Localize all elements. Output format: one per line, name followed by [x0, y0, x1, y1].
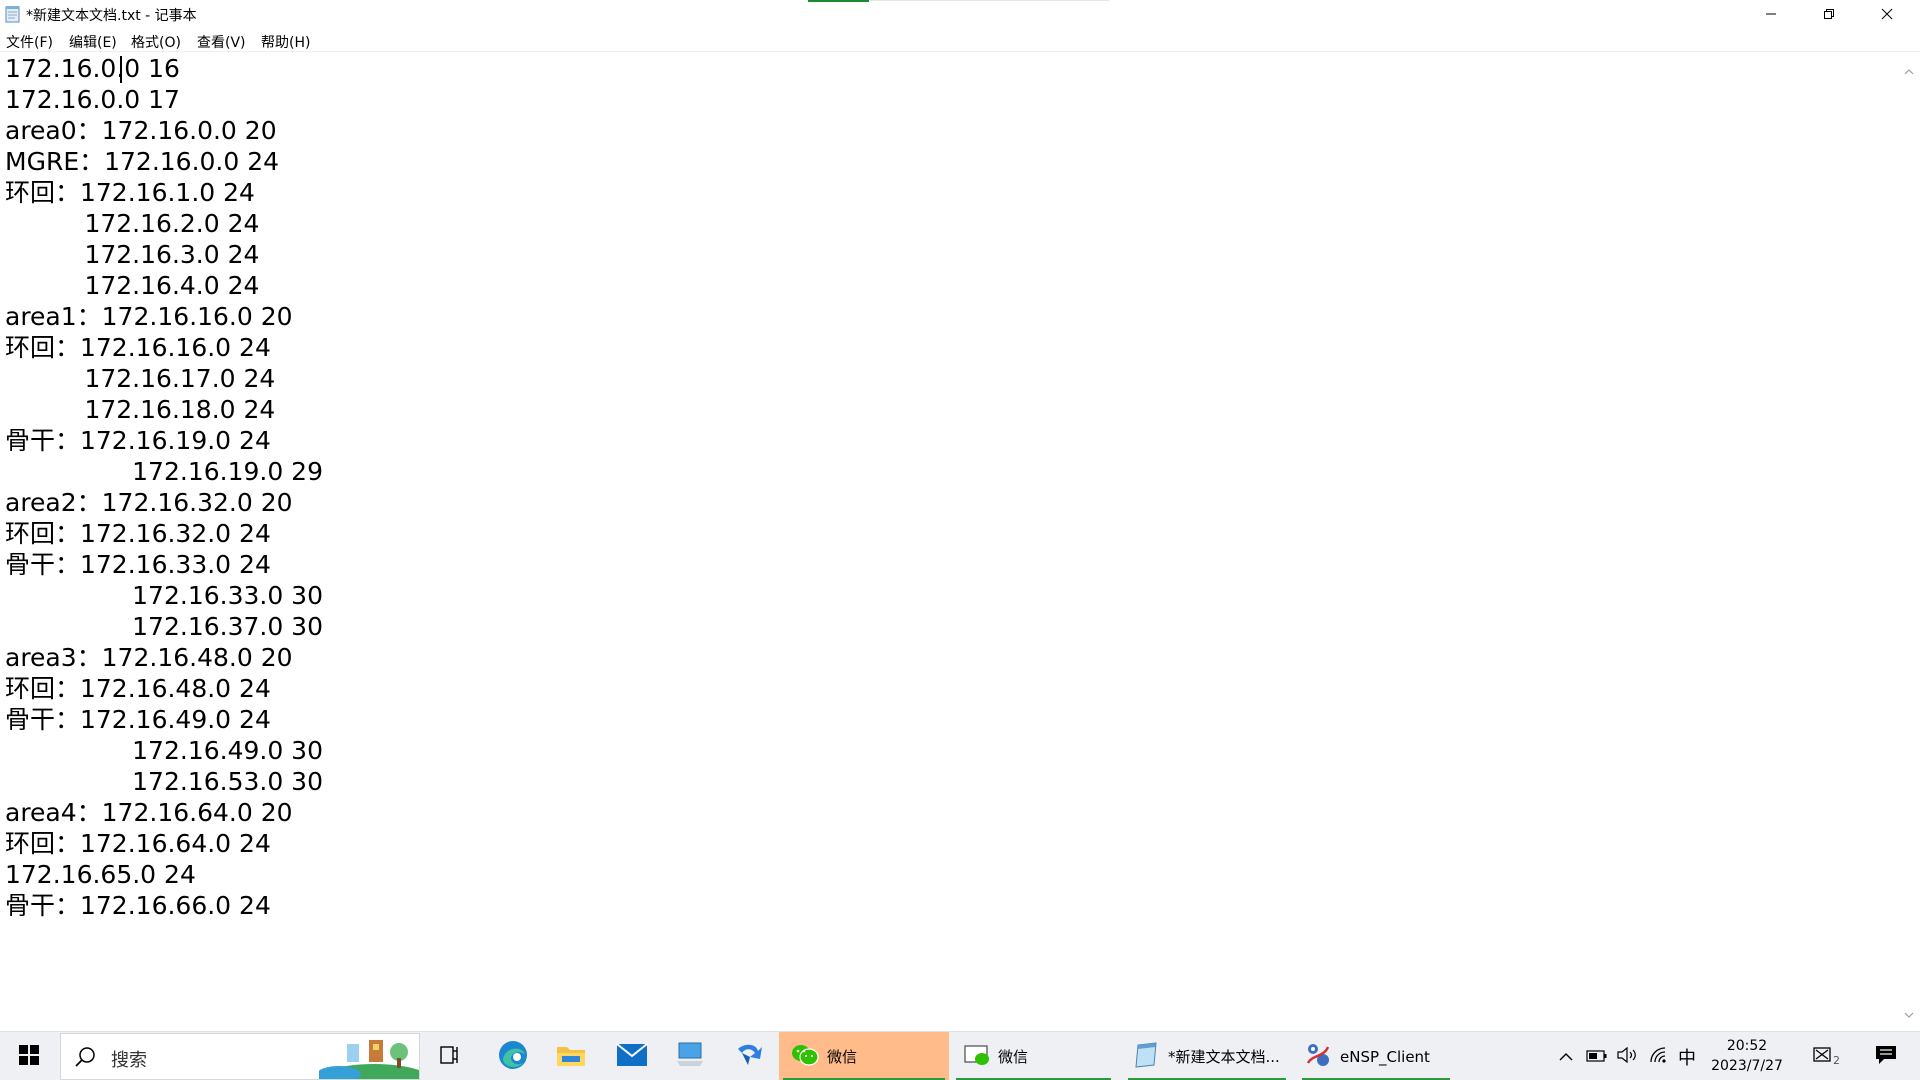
computer-icon — [675, 1041, 705, 1073]
clock-date: 2023/7/27 — [1711, 1058, 1783, 1074]
text-line: 骨干：172.16.19.0 24 — [5, 426, 271, 455]
text-line: 172.16.2.0 24 — [5, 209, 260, 238]
text-line: 骨干：172.16.33.0 24 — [5, 550, 271, 579]
text-line: area3：172.16.48.0 20 — [5, 643, 293, 672]
scroll-up-arrow-icon[interactable] — [1904, 61, 1914, 80]
text-editor[interactable]: 172.16.0.0 16 172.16.0.0 17 area0：172.16.0… — [0, 53, 1898, 1031]
tray-app-icon — [1812, 1046, 1834, 1068]
wifi-icon — [1649, 1046, 1669, 1068]
menu-bar: 文件(F) 编辑(E) 格式(O) 查看(V) 帮助(H) — [0, 28, 1920, 52]
network-app-button[interactable] — [662, 1032, 718, 1080]
text-caret — [120, 56, 122, 83]
minimize-button[interactable] — [1742, 0, 1800, 28]
taskbar-search-box[interactable]: 搜索 — [60, 1033, 420, 1080]
menu-edit[interactable]: 编辑(E) — [69, 32, 117, 52]
edge-browser-icon — [497, 1039, 529, 1075]
text-line: 172.16.19.0 29 — [5, 457, 323, 486]
file-explorer-button[interactable] — [543, 1032, 599, 1080]
text-line: 172.16.0.0 16 — [5, 54, 180, 83]
text-line: area1：172.16.16.0 20 — [5, 302, 293, 331]
text-line: 172.16.17.0 24 — [5, 364, 276, 393]
minimize-icon — [1765, 8, 1777, 20]
text-line: 172.16.65.0 24 — [5, 860, 196, 889]
text-line: 环回：172.16.64.0 24 — [5, 829, 271, 858]
edge-browser-button[interactable] — [485, 1032, 541, 1080]
taskbar-app-ensp[interactable]: eNSP_Client — [1298, 1032, 1454, 1080]
notepad-icon — [1132, 1041, 1160, 1072]
taskbar-app-label: 微信 — [827, 1048, 858, 1066]
folder-icon — [556, 1042, 586, 1072]
task-view-icon — [439, 1045, 461, 1069]
clock-time: 20:52 — [1726, 1038, 1768, 1054]
text-line: area4：172.16.64.0 20 — [5, 798, 293, 827]
text-line: 环回：172.16.32.0 24 — [5, 519, 271, 548]
title-bar[interactable]: *新建文本文档.txt - 记事本 — [0, 0, 1920, 28]
search-icon — [75, 1046, 97, 1072]
paper-plane-icon — [734, 1041, 764, 1073]
text-line: area0：172.16.0.0 20 — [5, 116, 277, 145]
battery-icon — [1586, 1047, 1608, 1066]
feishu-button[interactable] — [721, 1032, 777, 1080]
notification-center-button[interactable] — [1866, 1032, 1906, 1080]
text-line: 172.16.4.0 24 — [5, 271, 260, 300]
text-line: 172.16.33.0 30 — [5, 581, 323, 610]
search-placeholder: 搜索 — [111, 1050, 147, 1071]
taskbar-app-label: *新建文本文档... — [1168, 1048, 1280, 1066]
text-line: 172.16.49.0 30 — [5, 736, 323, 765]
text-line: 172.16.37.0 30 — [5, 612, 323, 641]
ime-label: 中 — [1678, 1047, 1696, 1069]
taskbar-app-label: 微信 — [998, 1048, 1029, 1066]
vertical-scrollbar[interactable] — [1898, 53, 1920, 1031]
title-divider-line — [869, 0, 1109, 1]
menu-help[interactable]: 帮助(H) — [261, 32, 310, 52]
title-accent-line — [808, 0, 869, 2]
notepad-icon — [4, 5, 22, 23]
text-line: MGRE：172.16.0.0 24 — [5, 147, 280, 176]
chevron-up-icon — [1559, 1047, 1573, 1066]
text-line: 172.16.53.0 30 — [5, 767, 323, 796]
desktop: *新建文本文档.txt - 记事本 文件(F) 编辑(E) 格式(O) 查看(V… — [0, 0, 1920, 1080]
windows-logo-icon — [19, 1044, 39, 1069]
taskbar-app-wechat-active[interactable]: 微信 — [779, 1032, 949, 1080]
scroll-down-arrow-icon[interactable] — [1904, 1004, 1914, 1023]
taskbar-app-wechat[interactable]: 微信 — [952, 1032, 1115, 1080]
restore-button[interactable] — [1800, 0, 1858, 28]
menu-format[interactable]: 格式(O) — [131, 32, 181, 52]
task-view-button[interactable] — [422, 1032, 478, 1080]
battery-status[interactable] — [1584, 1032, 1610, 1080]
taskbar: 搜索 微信 微信 *新建文本文档... eNSP_Client 中 20:52 … — [0, 1031, 1920, 1080]
text-line: 骨干：172.16.49.0 24 — [5, 705, 271, 734]
input-method-indicator[interactable]: 中 — [1674, 1032, 1700, 1080]
close-icon — [1881, 8, 1893, 20]
text-line: 172.16.3.0 24 — [5, 240, 260, 269]
ensp-icon — [1304, 1041, 1332, 1073]
taskbar-app-label: eNSP_Client — [1340, 1047, 1430, 1066]
text-line: 骨干：172.16.66.0 24 — [5, 891, 271, 920]
mail-icon — [616, 1042, 648, 1071]
taskbar-clock[interactable]: 20:52 2023/7/27 — [1700, 1036, 1794, 1076]
search-highlight-illustration — [319, 1034, 419, 1079]
notification-icon — [1874, 1044, 1898, 1070]
text-line: 环回：172.16.48.0 24 — [5, 674, 271, 703]
volume-button[interactable] — [1614, 1032, 1640, 1080]
text-line: 172.16.0.0 17 — [5, 85, 180, 114]
speaker-icon — [1616, 1046, 1638, 1068]
mail-button[interactable] — [604, 1032, 660, 1080]
wechat-window-icon — [964, 1044, 990, 1070]
notification-count-badge: 2 — [1833, 1054, 1840, 1067]
wechat-icon — [791, 1043, 819, 1071]
text-line: 172.16.18.0 24 — [5, 395, 276, 424]
menu-view[interactable]: 查看(V) — [197, 32, 246, 52]
window-title: *新建文本文档.txt - 记事本 — [26, 8, 197, 24]
show-hidden-icons-button[interactable] — [1554, 1032, 1578, 1080]
text-line: 环回：172.16.16.0 24 — [5, 333, 271, 362]
taskbar-app-notepad[interactable]: *新建文本文档... — [1124, 1032, 1290, 1080]
text-line: area2：172.16.32.0 20 — [5, 488, 293, 517]
network-button[interactable] — [1646, 1032, 1672, 1080]
restore-icon — [1823, 8, 1835, 20]
menu-file[interactable]: 文件(F) — [6, 32, 53, 52]
close-button[interactable] — [1858, 0, 1916, 28]
text-line: 环回：172.16.1.0 24 — [5, 178, 255, 207]
start-button[interactable] — [0, 1032, 58, 1080]
